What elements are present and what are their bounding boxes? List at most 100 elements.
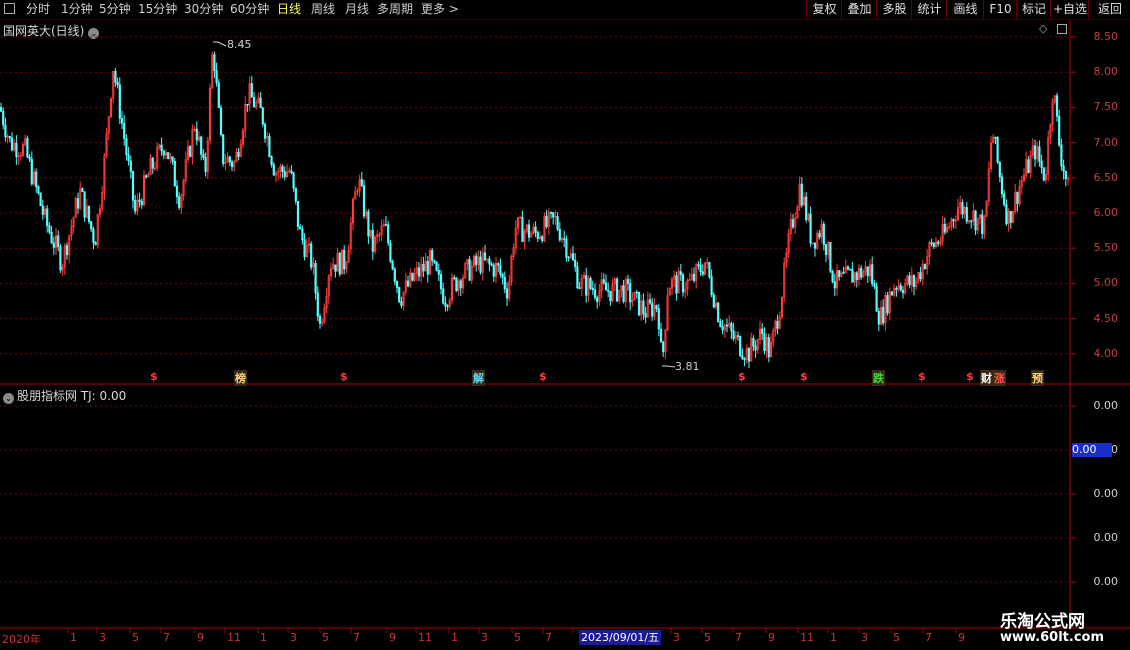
event-marker[interactable]: $	[800, 370, 808, 383]
candle-body	[310, 243, 313, 268]
candle-body	[90, 221, 93, 230]
candle-body	[426, 260, 429, 275]
candle-body	[1027, 159, 1030, 174]
candle-body	[651, 302, 654, 317]
event-marker[interactable]: 财	[980, 370, 993, 386]
candle-body	[270, 156, 273, 166]
candle-body	[171, 156, 174, 162]
candle-body	[602, 279, 605, 284]
candle-body	[15, 142, 18, 158]
date-tick-label: 5	[132, 631, 139, 644]
watermark-url: www.60lt.com	[1000, 630, 1105, 645]
event-marker[interactable]: $	[966, 370, 974, 383]
candle-body	[822, 223, 825, 245]
event-marker[interactable]: 涨	[993, 370, 1006, 386]
candle-body	[589, 278, 592, 289]
candle-body	[809, 213, 812, 244]
candle-body	[26, 138, 29, 158]
candle-body	[435, 261, 438, 271]
candle-body	[895, 288, 898, 290]
candle-body	[578, 287, 581, 290]
candle-body	[46, 208, 49, 226]
candle-body	[776, 320, 779, 329]
date-tick-label: 7	[353, 631, 360, 644]
candle-body	[833, 281, 836, 289]
candle-body	[57, 235, 60, 248]
candle-body	[30, 158, 33, 185]
candle-body	[596, 297, 599, 302]
candle-body	[160, 144, 163, 152]
candle-body	[952, 219, 955, 222]
candle-body	[882, 307, 885, 324]
candle-body	[48, 225, 51, 233]
candle-body	[565, 238, 568, 258]
candle-body	[116, 81, 119, 86]
event-marker[interactable]: $	[738, 370, 746, 383]
event-marker[interactable]: $	[340, 370, 348, 383]
event-marker[interactable]: 预	[1031, 370, 1044, 386]
event-marker[interactable]: $	[918, 370, 926, 383]
candle-body	[838, 270, 841, 277]
candle-body	[4, 124, 7, 138]
candle-body	[173, 161, 176, 187]
kline-chart[interactable]	[0, 0, 1130, 650]
candle-body	[890, 291, 894, 296]
price-tick-label: 5.00	[1093, 276, 1119, 290]
candle-body	[411, 272, 414, 281]
candle-body	[437, 270, 440, 275]
candle-body	[681, 274, 685, 293]
candle-body	[541, 236, 544, 242]
candle-body	[393, 268, 396, 282]
candle-body	[923, 264, 927, 270]
date-tick-label: 3	[861, 631, 868, 644]
cursor-date-label: 2023/09/01/五	[579, 630, 662, 645]
candle-body	[899, 285, 902, 291]
candle-body	[615, 278, 619, 302]
candle-body	[301, 228, 304, 241]
candle-body	[996, 137, 999, 163]
candle-body	[76, 198, 80, 209]
candle-body	[873, 283, 876, 287]
candle-body	[692, 273, 696, 281]
candle-body	[644, 313, 647, 318]
candle-body	[732, 330, 735, 339]
date-tick-label: 3	[290, 631, 297, 644]
candle-body	[52, 242, 55, 248]
date-tick-label: 1	[70, 631, 77, 644]
candle-body	[719, 321, 722, 328]
indicator-tick-label: 0.00	[1093, 531, 1119, 544]
candle-body	[866, 266, 869, 277]
candle-body	[8, 136, 11, 139]
low-price-label: 3.81	[675, 360, 700, 373]
candle-body	[527, 224, 531, 238]
date-tick-label: 11	[227, 631, 241, 644]
candle-body	[919, 272, 922, 280]
candle-body	[145, 175, 148, 178]
candle-body	[961, 202, 964, 215]
price-tick-label: 6.50	[1093, 170, 1119, 184]
event-marker[interactable]: $	[150, 370, 158, 383]
candle-body	[741, 355, 744, 360]
candle-body	[965, 207, 968, 222]
event-marker[interactable]: 榜	[234, 370, 247, 386]
candle-body	[1040, 160, 1043, 168]
price-tick-label: 4.50	[1093, 311, 1119, 325]
date-tick-label: 1	[260, 631, 267, 644]
candle-body	[398, 286, 401, 302]
candle-body	[189, 146, 192, 157]
event-marker[interactable]: $	[539, 370, 547, 383]
candle-body	[571, 253, 575, 261]
candle-body	[433, 260, 436, 263]
candle-body	[860, 267, 863, 278]
watermark-title: 乐淘公式网	[1000, 612, 1085, 632]
candle-body	[178, 196, 181, 208]
low-pointer	[662, 365, 676, 368]
event-marker[interactable]: 跌	[872, 370, 885, 386]
candle-body	[536, 232, 539, 240]
candle-body	[675, 275, 678, 294]
event-marker[interactable]: 解	[472, 370, 485, 386]
date-tick-label: 5	[322, 631, 329, 644]
candle-body	[846, 266, 850, 270]
date-tick-label: 5	[893, 631, 900, 644]
candle-body	[281, 166, 284, 172]
